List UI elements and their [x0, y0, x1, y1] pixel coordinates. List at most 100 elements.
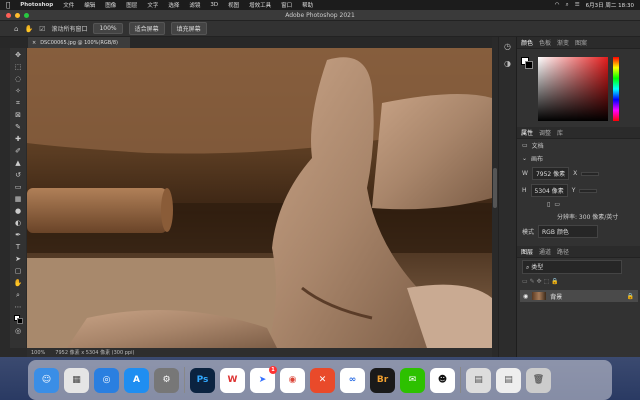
menu-select[interactable]: 选择	[168, 1, 179, 9]
document-tab[interactable]: × DSC00065.jpg @ 100%(RGB/8)	[28, 37, 130, 48]
magic-wand-icon[interactable]: ✧	[14, 87, 23, 96]
type-tool-icon[interactable]: T	[14, 243, 23, 252]
crossover-icon[interactable]: ✕	[310, 367, 335, 393]
baidu-netdisk-icon[interactable]: ∞	[340, 367, 365, 393]
menu-3d[interactable]: 3D	[210, 2, 218, 8]
blur-tool-icon[interactable]: ●	[14, 207, 23, 216]
status-zoom[interactable]: 100%	[31, 350, 45, 356]
menu-image[interactable]: 图像	[105, 1, 116, 9]
history-brush-icon[interactable]: ↺	[14, 171, 23, 180]
chrome-icon[interactable]: ◉	[280, 367, 305, 393]
fit-screen-button[interactable]: 适合屏幕	[128, 22, 165, 35]
move-tool-icon[interactable]: ✥	[14, 51, 23, 60]
safari-icon[interactable]: ◎	[94, 367, 119, 393]
menu-layer[interactable]: 图层	[126, 1, 137, 9]
more-tools-icon[interactable]: ⋯	[14, 303, 23, 312]
y-field[interactable]	[579, 188, 598, 193]
clock[interactable]: 6月3日 周二 18:30	[586, 1, 634, 9]
lark-icon[interactable]: ➤ 1	[250, 365, 277, 393]
layer-filter-field[interactable]: ⌕ 类型	[522, 260, 622, 274]
apple-icon[interactable]: 	[6, 1, 10, 9]
lasso-tool-icon[interactable]: ◌	[14, 75, 23, 84]
control-center-icon[interactable]: ☰	[575, 2, 580, 8]
finder-icon[interactable]: ☺	[34, 367, 59, 393]
tab-paths[interactable]: 路径	[557, 247, 569, 256]
trash-icon[interactable]: 🗑	[526, 367, 551, 393]
system-preferences-icon[interactable]: ⚙	[154, 367, 179, 393]
qq-icon[interactable]: ☻	[430, 367, 455, 393]
tab-channels[interactable]: 通道	[539, 247, 551, 256]
crop-tool-icon[interactable]: ⌗	[14, 99, 23, 108]
pen-tool-icon[interactable]: ✒	[14, 231, 23, 240]
wechat-icon[interactable]: ✉	[400, 367, 425, 393]
close-icon[interactable]	[6, 13, 11, 18]
orientation-portrait-icon[interactable]: ▯	[547, 201, 550, 208]
menu-filter[interactable]: 滤镜	[189, 1, 200, 9]
tab-properties[interactable]: 属性	[521, 128, 533, 137]
frame-tool-icon[interactable]: ⊠	[14, 111, 23, 120]
path-select-icon[interactable]: ➤	[14, 255, 23, 264]
tab-swatches[interactable]: 色板	[539, 38, 551, 47]
tab-libraries[interactable]: 库	[557, 128, 563, 137]
zoom-value-button[interactable]: 100%	[93, 23, 123, 34]
app-store-icon[interactable]: A	[124, 367, 149, 393]
minimize-icon[interactable]	[15, 13, 20, 18]
tab-patterns[interactable]: 图案	[575, 38, 587, 47]
brush-tool-icon[interactable]: ✐	[14, 147, 23, 156]
chevron-down-icon[interactable]: ⌄	[522, 155, 527, 162]
history-icon[interactable]: ◷	[502, 42, 514, 54]
adjust-icon[interactable]: ◑	[502, 59, 514, 71]
tab-layers[interactable]: 图层	[521, 247, 533, 256]
wifi-icon[interactable]: ◠	[555, 2, 560, 8]
tab-adjustments[interactable]: 调整	[539, 128, 551, 137]
zoom-tool-icon[interactable]: ⌕	[14, 291, 23, 300]
orientation-landscape-icon[interactable]: ▭	[554, 201, 560, 208]
width-field[interactable]: 7952 像素	[531, 167, 570, 180]
app-menu[interactable]: Photoshop	[20, 2, 53, 8]
tab-gradients[interactable]: 渐变	[557, 38, 569, 47]
search-icon[interactable]: ⌕	[566, 2, 569, 9]
document-preview-2-icon[interactable]: ▤	[496, 367, 521, 393]
quick-mask-icon[interactable]: ◎	[14, 327, 23, 336]
menu-type[interactable]: 文字	[147, 1, 158, 9]
mode-select[interactable]: RGB 颜色	[538, 225, 599, 238]
menu-view[interactable]: 视图	[228, 1, 239, 9]
x-field[interactable]	[581, 171, 600, 176]
menu-plugins[interactable]: 增效工具	[249, 1, 271, 9]
stamp-tool-icon[interactable]: ▲	[14, 159, 23, 168]
tab-color[interactable]: 颜色	[521, 38, 533, 47]
hand-tool-icon[interactable]: ✋	[24, 25, 33, 33]
layer-row[interactable]: ◉ 背景 🔒	[520, 290, 638, 302]
photoshop-icon[interactable]: Ps	[190, 367, 215, 393]
status-info[interactable]: 7952 像素 x 5304 像素 (300 ppi)	[55, 349, 134, 356]
menu-help[interactable]: 帮助	[302, 1, 313, 9]
dodge-tool-icon[interactable]: ◐	[14, 219, 23, 228]
color-swatches-icon[interactable]	[13, 315, 23, 324]
height-field[interactable]: 5304 像素	[530, 184, 568, 197]
home-icon[interactable]: ⌂	[14, 25, 18, 33]
color-field[interactable]	[538, 57, 608, 121]
hand-tool-side-icon[interactable]: ✋	[14, 279, 23, 288]
bridge-icon[interactable]: Br	[370, 367, 395, 393]
zoom-icon[interactable]	[24, 13, 29, 18]
eraser-icon[interactable]: ▭	[14, 183, 23, 192]
document-preview-icon[interactable]: ▤	[466, 367, 491, 393]
menu-window[interactable]: 窗口	[281, 1, 292, 9]
close-tab-icon[interactable]: ×	[32, 40, 36, 46]
gradient-tool-icon[interactable]: ▦	[14, 195, 23, 204]
healing-brush-icon[interactable]: ✚	[14, 135, 23, 144]
document-canvas[interactable]	[27, 48, 492, 348]
wps-icon[interactable]: W	[220, 367, 245, 393]
eye-icon[interactable]: ◉	[523, 293, 528, 300]
shape-tool-icon[interactable]: ▢	[14, 267, 23, 276]
canvas-label: 画布	[531, 156, 544, 163]
fill-screen-button[interactable]: 填充屏幕	[170, 22, 207, 35]
eyedropper-icon[interactable]: ✎	[14, 123, 23, 132]
hue-slider[interactable]	[613, 57, 619, 121]
launchpad-icon[interactable]: ▦	[64, 367, 89, 393]
menu-edit[interactable]: 编辑	[84, 1, 95, 9]
marquee-tool-icon[interactable]: ⬚	[14, 63, 23, 72]
checkbox-icon[interactable]: ☑	[39, 25, 45, 33]
menu-file[interactable]: 文件	[63, 1, 74, 9]
background-swatch[interactable]	[525, 61, 533, 69]
